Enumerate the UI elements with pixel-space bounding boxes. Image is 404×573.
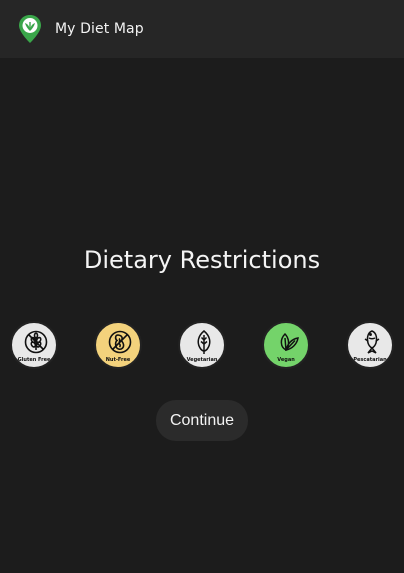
wheat-crossed-icon [24,330,48,354]
restriction-circle: Gluten Free [10,321,58,369]
page-title: Dietary Restrictions [83,246,321,274]
restriction-vegan[interactable]: Vegan [262,321,310,373]
continue-button[interactable]: Continue [156,400,248,441]
restriction-nut-free[interactable]: Nut-Free [94,321,142,373]
restriction-label: Vegan [277,357,295,363]
restriction-options: Gluten Free Nut-Free Vegetarian Vegan Pe… [10,321,394,373]
restriction-circle: Vegetarian [178,321,226,369]
app-title: My Diet Map [55,21,144,37]
restriction-label: Gluten Free [17,357,51,363]
restriction-label: Nut-Free [105,357,131,363]
restriction-circle: Nut-Free [94,321,142,369]
fish-icon [364,330,380,354]
leaves-icon [280,332,299,351]
restriction-circle: Pescatarian [346,321,394,369]
map-pin-leaf-icon[interactable] [14,13,46,45]
leaf-outline-icon [197,330,211,354]
nut-crossed-icon [108,330,132,354]
restriction-label: Pescatarian [353,357,387,363]
app-bar: My Diet Map [0,0,404,58]
restriction-label: Vegetarian [186,357,218,363]
restriction-circle: Vegan [262,321,310,369]
restriction-pescatarian[interactable]: Pescatarian [346,321,394,373]
restriction-gluten-free[interactable]: Gluten Free [10,321,58,373]
restriction-vegetarian[interactable]: Vegetarian [178,321,226,373]
